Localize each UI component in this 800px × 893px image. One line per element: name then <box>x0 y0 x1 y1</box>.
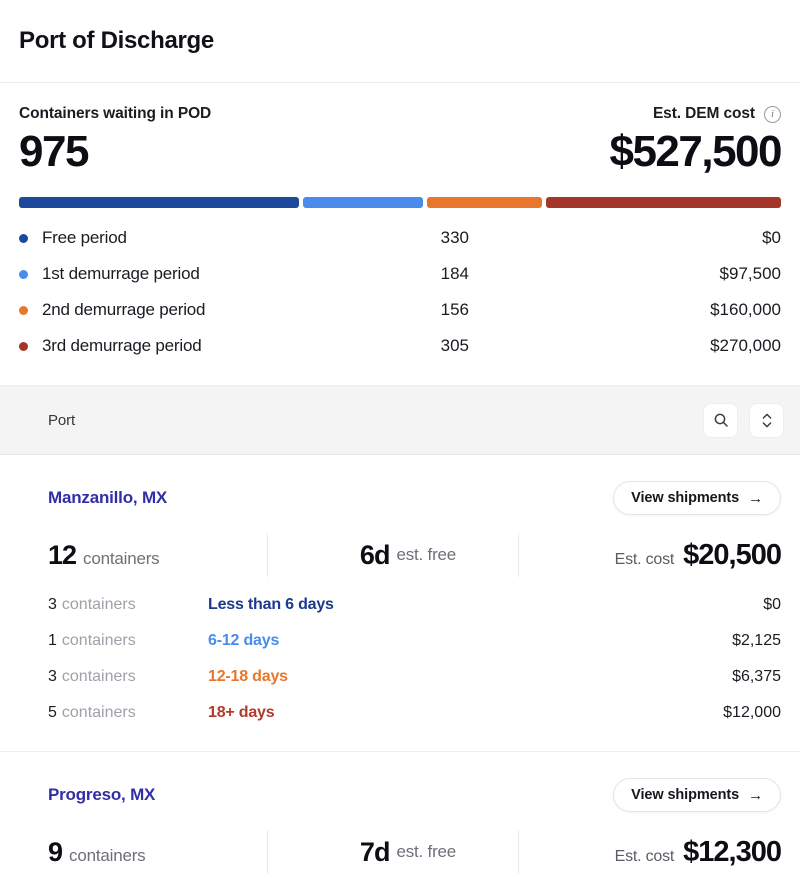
containers-waiting-value: 975 <box>19 127 89 176</box>
search-button[interactable] <box>703 402 738 438</box>
stat-est-cost: Est. cost $12,300 <box>519 835 782 869</box>
arrow-right-icon: → <box>748 489 763 507</box>
stack-segment <box>303 197 423 209</box>
search-icon <box>713 412 729 428</box>
free-days-value: 6d <box>359 539 390 570</box>
breakdown-count-unit: containers <box>61 632 136 650</box>
port-list: Manzanillo, MX View shipments → 12 container… <box>0 455 800 881</box>
legend-cost: $160,000 <box>710 300 781 320</box>
breakdown-cost: $12,000 <box>723 704 781 722</box>
breakdown-count: 3 containers <box>48 668 208 686</box>
port-column-header: Port <box>48 411 76 429</box>
stat-free-days: 7d est. free <box>267 830 519 875</box>
view-shipments-button[interactable]: View shipments → <box>613 778 781 813</box>
sort-button[interactable] <box>749 402 784 438</box>
stat-containers: 9 containers <box>48 837 267 868</box>
breakdown-count-value: 3 <box>48 668 57 686</box>
legend-row: Free period 330 $0 <box>19 220 781 256</box>
est-cost-label: Est. cost <box>614 847 675 865</box>
breakdown-cost: $0 <box>763 596 781 614</box>
breakdown-row: 5 containers 18+ days $12,000 <box>48 695 781 731</box>
stat-containers: 12 containers <box>48 540 267 571</box>
port-table-toolbar: Port <box>0 385 800 456</box>
breakdown-row: 3 containers Less than 6 days $0 <box>48 587 781 623</box>
est-cost-value: $20,500 <box>683 538 782 571</box>
legend-count: 305 <box>440 336 469 356</box>
page-title: Port of Discharge <box>19 27 214 54</box>
summary-section: Containers waiting in POD Est. DEM cost … <box>0 83 800 364</box>
view-shipments-label: View shipments <box>631 490 740 507</box>
breakdown-count: 3 containers <box>48 596 208 614</box>
containers-count: 9 <box>48 836 63 867</box>
legend-count: 156 <box>440 300 469 320</box>
sort-updown-icon <box>761 412 773 429</box>
breakdown-count-value: 5 <box>48 704 57 722</box>
legend-row: 2nd demurrage period 156 $160,000 <box>19 292 781 328</box>
est-dem-cost-group: Est. DEM cost i <box>653 105 781 123</box>
stack-segment <box>19 197 299 209</box>
legend-count: 330 <box>440 228 469 248</box>
demurrage-legend: Free period 330 $0 1st demurrage period 184 $… <box>19 220 781 364</box>
breakdown-count-value: 1 <box>48 632 57 650</box>
containers-unit: containers <box>69 845 146 865</box>
containers-unit: containers <box>83 548 160 568</box>
summary-labels-row: Containers waiting in POD Est. DEM cost … <box>19 105 781 123</box>
free-days-value: 7d <box>359 836 390 867</box>
demurrage-stacked-bar <box>19 197 781 209</box>
breakdown-period-label: 12-18 days <box>208 668 288 686</box>
legend-cost: $0 <box>762 228 781 248</box>
view-shipments-label: View shipments <box>631 787 740 804</box>
est-cost-value: $12,300 <box>683 835 782 868</box>
breakdown-count: 5 containers <box>48 704 208 722</box>
port-block: Manzanillo, MX View shipments → 12 container… <box>0 455 800 753</box>
breakdown-count-value: 3 <box>48 596 57 614</box>
view-shipments-button[interactable]: View shipments → <box>613 481 781 516</box>
toolbar-actions <box>703 402 784 438</box>
port-header: Progreso, MX View shipments → <box>19 752 781 813</box>
breakdown-period-label: 6-12 days <box>208 632 280 650</box>
breakdown-period-label: Less than 6 days <box>208 596 334 614</box>
legend-row: 1st demurrage period 184 $97,500 <box>19 256 781 292</box>
est-dem-cost-label: Est. DEM cost <box>652 105 755 122</box>
containers-count: 12 <box>48 539 77 570</box>
stat-free-days: 6d est. free <box>267 533 519 578</box>
stack-segment <box>545 197 781 209</box>
legend-row: 3rd demurrage period 305 $270,000 <box>19 328 781 364</box>
port-stats-row: 12 containers 6d est. free Est. cost $20,500 <box>19 527 782 583</box>
free-days-label: est. free <box>396 842 457 862</box>
breakdown-count: 1 containers <box>48 632 208 650</box>
port-of-discharge-panel: Port of Discharge Containers waiting in … <box>0 0 800 893</box>
legend-cost: $97,500 <box>719 264 781 284</box>
arrow-right-icon: → <box>748 786 763 804</box>
stack-segment <box>427 197 542 209</box>
breakdown-cost: $2,125 <box>732 632 781 650</box>
stat-est-cost: Est. cost $20,500 <box>519 538 782 572</box>
port-breakdown: 3 containers Less than 6 days $0 1 containers… <box>19 583 781 751</box>
free-days-label: est. free <box>396 545 457 565</box>
port-name-link[interactable]: Manzanillo, MX <box>48 488 167 508</box>
est-cost-label: Est. cost <box>614 550 675 568</box>
port-name-link[interactable]: Progreso, MX <box>48 785 155 805</box>
breakdown-count-unit: containers <box>61 704 136 722</box>
port-header: Manzanillo, MX View shipments → <box>19 455 781 516</box>
containers-waiting-label: Containers waiting in POD <box>19 105 212 122</box>
legend-cost: $270,000 <box>710 336 781 356</box>
breakdown-count-unit: containers <box>61 668 136 686</box>
summary-values-row: 975 $527,500 <box>19 127 782 176</box>
breakdown-count-unit: containers <box>61 596 136 614</box>
est-dem-cost-value: $527,500 <box>609 127 782 176</box>
port-stats-row: 9 containers 7d est. free Est. cost $12,300 <box>19 824 782 880</box>
breakdown-row: 1 containers 6-12 days $2,125 <box>48 623 781 659</box>
panel-header: Port of Discharge <box>0 0 800 83</box>
legend-count: 184 <box>440 264 469 284</box>
breakdown-cost: $6,375 <box>732 668 781 686</box>
breakdown-row: 3 containers 12-18 days $6,375 <box>48 659 781 695</box>
info-icon[interactable]: i <box>764 105 781 123</box>
breakdown-period-label: 18+ days <box>208 704 275 722</box>
port-block: Progreso, MX View shipments → 9 containers 7d… <box>0 752 800 881</box>
